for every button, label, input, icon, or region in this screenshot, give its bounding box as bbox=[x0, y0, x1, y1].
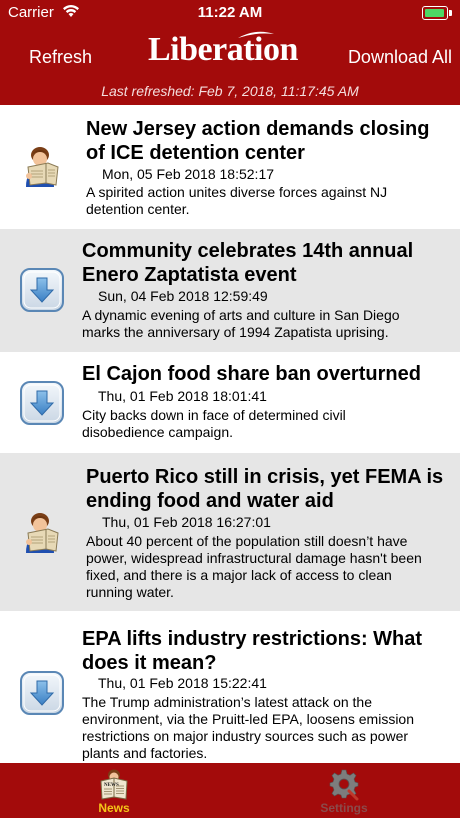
list-item[interactable]: Puerto Rico still in crisis, yet FEMA is… bbox=[0, 453, 460, 612]
download-arrow-icon[interactable] bbox=[18, 266, 66, 314]
newspaper-icon: NEWS bbox=[100, 769, 128, 800]
article-title: Community celebrates 14th annual Enero Z… bbox=[82, 240, 414, 286]
article-date: Thu, 01 Feb 2018 18:01:41 bbox=[98, 388, 267, 404]
list-item[interactable]: New Jersey action demands closing of ICE… bbox=[0, 105, 460, 230]
article-title: EPA lifts industry restrictions: What do… bbox=[82, 628, 423, 674]
last-refreshed-label: Last refreshed: Feb 7, 2018, 11:17:45 AM bbox=[101, 83, 359, 99]
article-title: New Jersey action demands closing of ICE… bbox=[86, 118, 430, 164]
tab-news[interactable]: NEWS News bbox=[74, 765, 154, 817]
download-arrow-icon[interactable] bbox=[18, 669, 66, 717]
news-list[interactable]: New Jersey action demands closing of ICE… bbox=[0, 105, 460, 763]
article-date: Thu, 01 Feb 2018 15:22:41 bbox=[98, 675, 267, 691]
clock: 11:22 AM bbox=[197, 4, 263, 21]
refresh-button[interactable]: Refresh bbox=[29, 47, 92, 68]
download-all-button[interactable]: Download All bbox=[348, 47, 452, 68]
list-item[interactable]: Community celebrates 14th annual Enero Z… bbox=[0, 229, 460, 353]
logo-swoosh-icon bbox=[238, 31, 274, 38]
article-summary: The Trump administration’s latest attack… bbox=[82, 694, 415, 761]
status-bar: Carrier 11:22 AM bbox=[0, 0, 460, 25]
article-summary: A dynamic evening of arts and culture in… bbox=[82, 307, 400, 340]
article-title: El Cajon food share ban overturned bbox=[82, 363, 421, 385]
svg-text:NEWS: NEWS bbox=[104, 783, 119, 788]
app-header: Refresh Liberation Download All Last ref… bbox=[0, 25, 460, 105]
article-date: Thu, 01 Feb 2018 16:27:01 bbox=[102, 514, 271, 530]
article-summary: A spirited action unites diverse forces … bbox=[86, 184, 388, 217]
tab-bar: NEWS News Settings bbox=[0, 763, 460, 818]
article-title: Puerto Rico still in crisis, yet FEMA is… bbox=[86, 466, 444, 512]
list-item[interactable]: El Cajon food share ban overturned Thu, … bbox=[0, 352, 460, 454]
battery-icon bbox=[422, 6, 452, 20]
tab-settings-label: Settings bbox=[320, 801, 368, 815]
article-date: Sun, 04 Feb 2018 12:59:49 bbox=[98, 288, 268, 304]
gear-icon bbox=[329, 769, 359, 801]
liberation-logo: Liberation bbox=[148, 31, 312, 71]
newspaper-reader-icon bbox=[18, 509, 66, 557]
tab-settings[interactable]: Settings bbox=[304, 765, 384, 817]
newspaper-reader-icon bbox=[18, 143, 66, 191]
article-summary: About 40 percent of the population still… bbox=[86, 533, 422, 600]
article-summary: City backs down in face of determined ci… bbox=[82, 407, 346, 440]
list-item[interactable]: EPA lifts industry restrictions: What do… bbox=[0, 611, 460, 763]
article-date: Mon, 05 Feb 2018 18:52:17 bbox=[102, 166, 275, 182]
tab-news-label: News bbox=[98, 801, 130, 815]
download-arrow-icon[interactable] bbox=[18, 379, 66, 427]
